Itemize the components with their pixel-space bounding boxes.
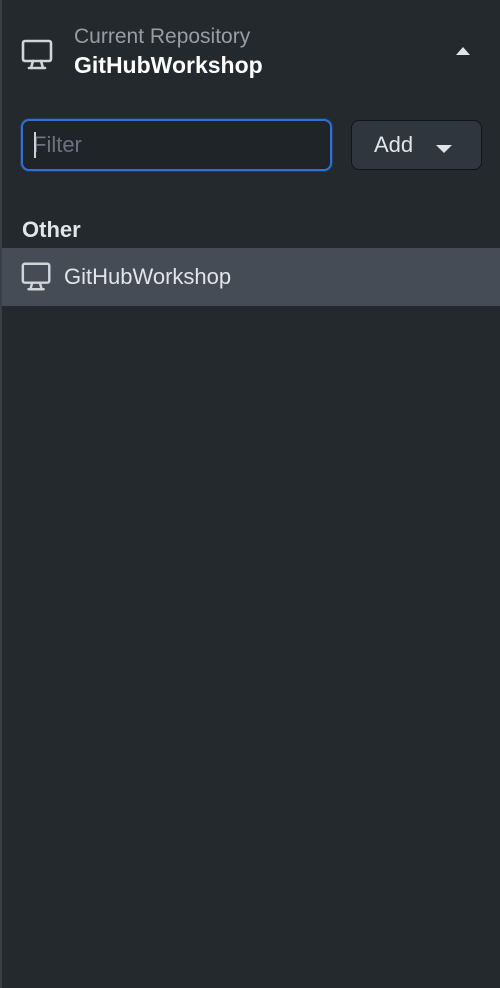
current-repository-header[interactable]: Current Repository GitHubWorkshop xyxy=(2,0,500,100)
triangle-down-icon xyxy=(435,141,453,153)
repository-list-item-label: GitHubWorkshop xyxy=(64,264,232,289)
add-button[interactable]: Add xyxy=(351,120,482,170)
current-repository-name: GitHubWorkshop xyxy=(74,52,263,78)
section-title-other: Other xyxy=(22,217,81,242)
repository-list-item[interactable]: GitHubWorkshop xyxy=(2,248,500,306)
add-button-label: Add xyxy=(374,132,414,157)
triangle-up-icon[interactable] xyxy=(453,44,473,58)
repository-list-panel: Current Repository GitHubWorkshop Add Ot… xyxy=(0,0,500,988)
current-repository-label: Current Repository xyxy=(74,25,251,48)
filter-input[interactable] xyxy=(33,121,318,169)
desktop-computer-icon xyxy=(20,260,54,294)
filter-field[interactable] xyxy=(21,119,332,171)
text-cursor xyxy=(34,132,36,158)
desktop-computer-icon xyxy=(20,37,56,73)
